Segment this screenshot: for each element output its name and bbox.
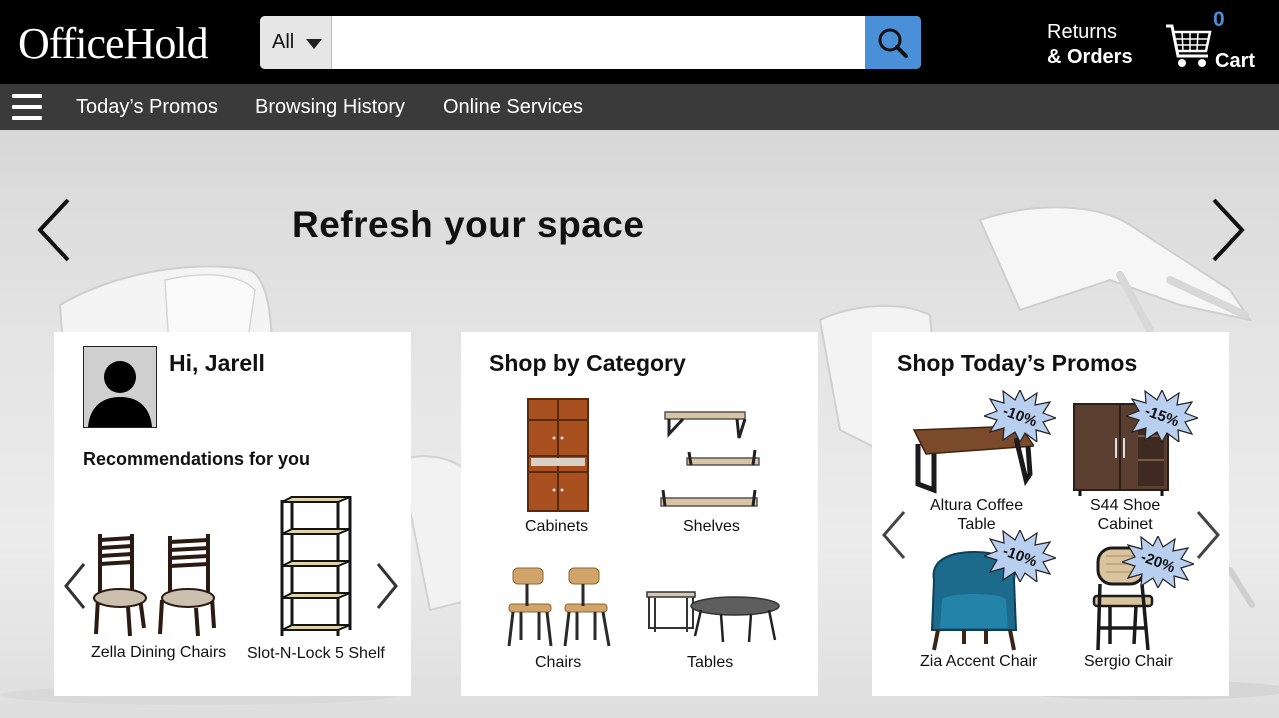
rec-item-label[interactable]: Slot-N-Lock 5 Shelf (247, 644, 385, 663)
hero-next-chevron-right-icon[interactable] (1208, 198, 1246, 262)
slot-n-lock-shelf-image[interactable] (278, 496, 356, 640)
promo-item-label-line: S44 Shoe (1090, 497, 1161, 514)
returns-label: Returns (1047, 21, 1118, 43)
cart-label[interactable]: Cart (1215, 50, 1255, 73)
greeting-text: Hi, Jarell (169, 350, 265, 376)
recs-prev-chevron-left-icon[interactable] (62, 562, 88, 610)
cabinets-image[interactable] (527, 398, 589, 512)
search-button[interactable] (865, 16, 921, 69)
hero-prev-chevron-left-icon[interactable] (36, 198, 74, 262)
promo-item-label[interactable]: Zia Accent Chair (920, 652, 1037, 671)
discount-badge: -15% (1124, 388, 1200, 444)
discount-badge: -10% (982, 528, 1058, 584)
caret-down-icon (306, 39, 322, 49)
hamburger-menu-icon[interactable] (12, 94, 42, 120)
search-category-label: All (272, 31, 295, 53)
promos-prev-chevron-left-icon[interactable] (880, 510, 908, 560)
chairs-image[interactable] (507, 566, 617, 648)
category-label[interactable]: Tables (687, 653, 733, 672)
nav-online-services[interactable]: Online Services (443, 84, 583, 130)
search-bar: All (260, 16, 921, 69)
nav-browsing-history[interactable]: Browsing History (255, 84, 405, 130)
shelves-image[interactable] (657, 410, 763, 514)
discount-badge: -10% (982, 388, 1058, 444)
category-card-title: Shop by Category (489, 350, 686, 376)
zella-dining-chairs-image[interactable] (92, 528, 222, 640)
site-logo[interactable]: OfficeHold (18, 18, 209, 70)
promo-item-label[interactable]: S44 Shoe Cabinet (1090, 496, 1160, 534)
cart-icon[interactable] (1164, 22, 1214, 70)
greeting-card: Hi, Jarell Recommendations for you Zella… (54, 332, 411, 696)
category-label[interactable]: Chairs (535, 653, 581, 672)
promo-card: Shop Today’s Promos Altura Coffee Table … (872, 332, 1229, 696)
discount-badge: -20% (1120, 534, 1196, 590)
user-avatar-icon[interactable] (83, 346, 157, 428)
nav-todays-promos[interactable]: Today’s Promos (76, 84, 218, 130)
promo-card-title: Shop Today’s Promos (897, 350, 1138, 376)
search-icon (878, 28, 908, 58)
cart-count-badge: 0 (1213, 8, 1225, 31)
top-header: OfficeHold All Returns & Orders 0 Cart (0, 0, 1279, 84)
search-input[interactable] (334, 16, 864, 69)
recommendations-title: Recommendations for you (83, 449, 311, 469)
promo-item-label[interactable]: Sergio Chair (1084, 652, 1173, 671)
rec-item-label[interactable]: Zella Dining Chairs (91, 643, 226, 662)
tables-image[interactable] (645, 588, 781, 644)
hero-title: Refresh your space (292, 204, 645, 245)
recs-next-chevron-right-icon[interactable] (374, 562, 400, 610)
category-label[interactable]: Shelves (683, 517, 740, 536)
search-category-dropdown[interactable]: All (260, 16, 332, 69)
promo-item-label-line: Altura Coffee (930, 497, 1024, 514)
nav-bar: Today’s Promos Browsing History Online S… (0, 84, 1279, 130)
returns-orders-link[interactable]: Returns & Orders (1047, 20, 1133, 70)
category-label[interactable]: Cabinets (525, 517, 588, 536)
category-card: Shop by Category Cabinets Shelves Chairs… (461, 332, 818, 696)
orders-label: & Orders (1047, 46, 1133, 68)
